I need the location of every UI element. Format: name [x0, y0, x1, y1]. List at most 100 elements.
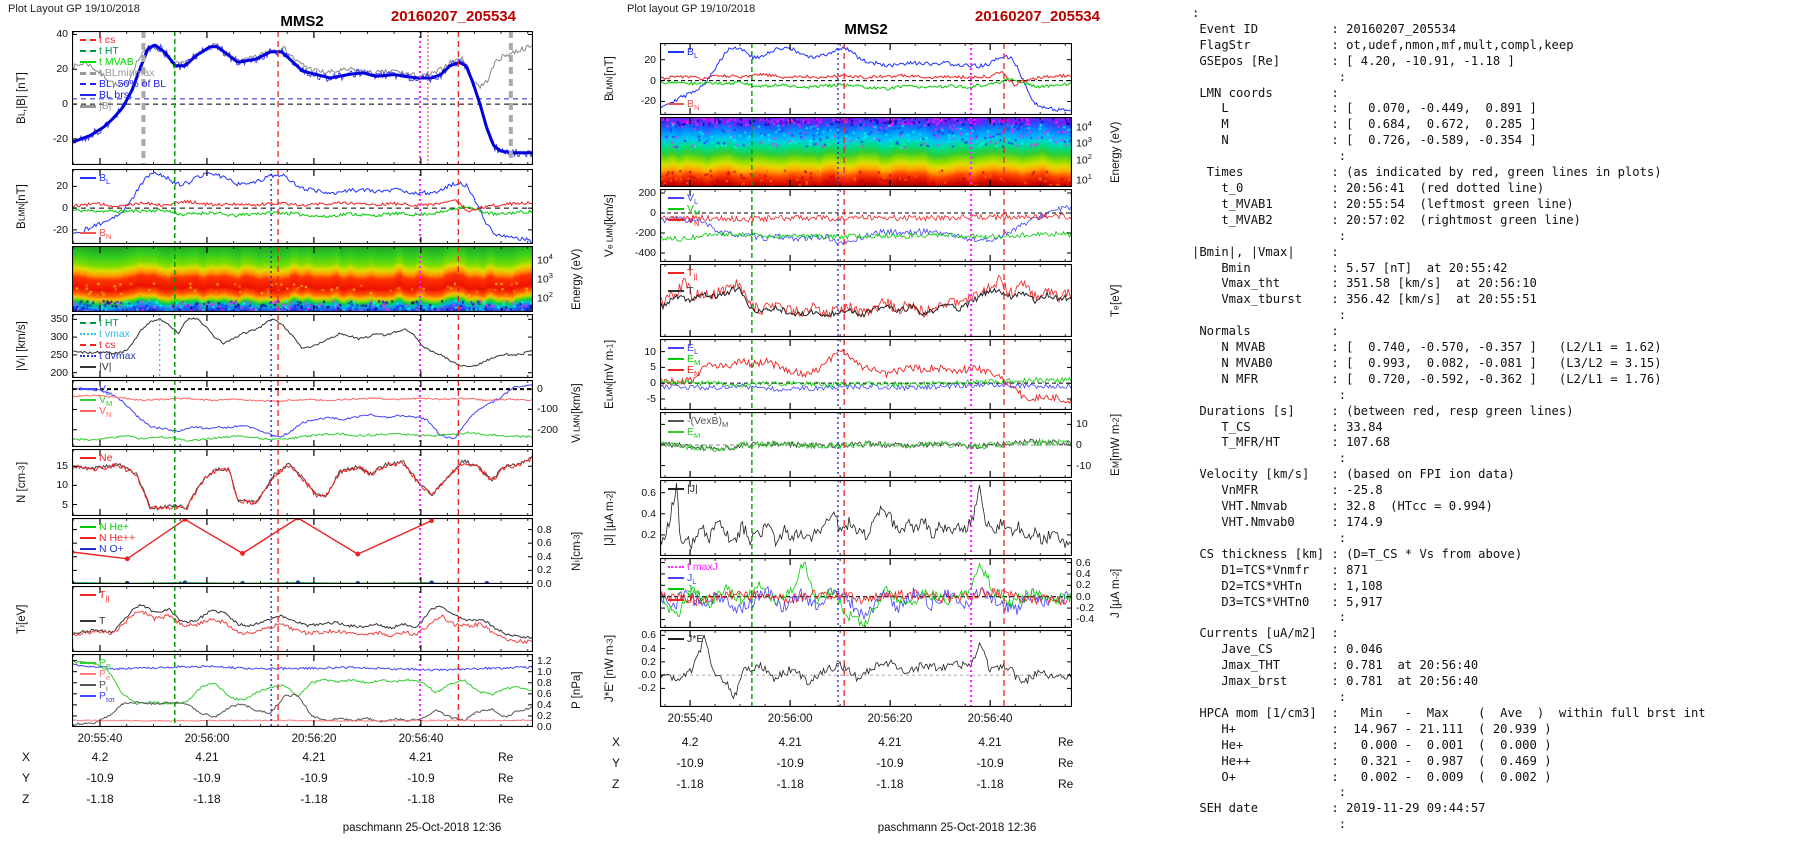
info-line: VHT.Nmvab0 : 174.9	[1192, 515, 1383, 529]
legend-swatch	[80, 684, 96, 687]
info-line: Vmax_tburst : 356.42 [km/s] at 20:55:51	[1192, 292, 1537, 307]
middle-footer-credit: paschmann 25-Oct-2018 12:36	[877, 822, 1037, 834]
legend-swatch	[80, 619, 96, 622]
info-line: T_MFR/HT : 107.68	[1192, 435, 1391, 450]
legend-item: |V|	[80, 362, 111, 373]
legend-swatch	[80, 83, 96, 86]
legend-item: T	[668, 285, 693, 297]
ytick-label: 102	[537, 289, 553, 305]
legend-swatch	[80, 231, 96, 234]
legend-swatch	[80, 673, 96, 676]
table-cell: 4.2	[681, 735, 699, 749]
ytick-label: 101	[1076, 172, 1092, 187]
ylabel-right-e-spectro: Energy (eV)	[1110, 121, 1122, 183]
panel-pressure: 0.0 0.2 0.4 0.6 0.8 1.0 1.2 P [nPa] PB Pe Pi Ptot	[72, 654, 583, 733]
blmn-plot	[72, 169, 533, 244]
table-cell: -10.9	[193, 771, 221, 785]
panel-ion-spectro: 104 103 102 Energy (eV)	[72, 246, 583, 312]
legend-item: T	[80, 615, 105, 627]
ytick-label: 0.4	[641, 642, 656, 655]
legend-label: VN	[99, 405, 112, 420]
table-unit: Re	[498, 792, 514, 806]
ylabel-bl-b: B L ,|B| [nT]	[16, 71, 28, 125]
table-row-label: X	[612, 735, 621, 749]
left-plot-title: MMS2	[280, 13, 324, 30]
ytick-label: 20	[56, 180, 68, 193]
legend-item: |B|	[80, 101, 111, 112]
legend-swatch	[80, 662, 96, 665]
legend-swatch	[668, 588, 684, 591]
ytick-label: -5	[646, 392, 656, 405]
middle-event-id: 20160207_205534	[974, 8, 1100, 25]
info-line: t_MVAB1 : 20:55:54 (leftmost green line)	[1192, 196, 1574, 211]
legend-item: VN	[80, 406, 111, 420]
table-cell: -1.18	[300, 792, 328, 806]
left-footer-credit: paschmann 25-Oct-2018 12:36	[342, 822, 502, 834]
info-line: SEH date : 2019-11-29 09:44:57	[1192, 801, 1486, 816]
legend-swatch	[668, 577, 684, 580]
info-line: :	[1192, 785, 1347, 800]
xtick-label: 20:56:40	[398, 733, 444, 745]
jlmn-plot	[660, 558, 1072, 628]
info-line: Event ID : 20160207_205534	[1192, 21, 1457, 36]
ylabel-elmn: E LMN [mV m -1]	[604, 340, 616, 409]
ylabel-right-vlmn: Vi LMN [km/s]	[571, 383, 583, 444]
ytick-label: 0.6	[1076, 556, 1091, 569]
ytick-label: 0.6	[641, 629, 656, 642]
table-cell: 4.21	[409, 750, 433, 764]
panel-jdote: -0.2 0.0 0.2 0.4 0.6 J*E' [nW m -3] J*E'	[604, 629, 1072, 707]
info-line: :	[1192, 308, 1347, 323]
legend-swatch	[80, 94, 96, 97]
legend-swatch	[668, 219, 684, 222]
ytick-label: -200	[537, 423, 559, 436]
info-line: :	[1192, 451, 1347, 466]
table-unit: Re	[1058, 777, 1074, 791]
vi-plot	[72, 314, 533, 378]
ytick-label: -0.2	[1076, 602, 1095, 615]
ytick-label: 250	[50, 348, 68, 361]
xtick-label: 20:55:40	[77, 733, 123, 745]
table-row-label: Y	[612, 756, 621, 770]
legend-label: |B|	[99, 100, 112, 112]
info-line: VHT.Nmvab : 32.8 (HTcc = 0.994)	[1192, 499, 1493, 514]
info-line: :	[1192, 610, 1347, 625]
legend-label: EM	[687, 426, 701, 441]
info-line: He++ : 0.321 - 0.987 ( 0.469 )	[1192, 753, 1552, 768]
info-line: Bmin : 5.57 [nT] at 20:55:42	[1192, 260, 1508, 275]
ytick-label: 0	[1076, 439, 1082, 451]
elmn-plot	[660, 339, 1072, 410]
legend-swatch	[80, 322, 96, 325]
ylabel-right-pressure: P [nPa]	[571, 671, 583, 710]
info-line: N : [ 0.726, -0.589, -0.354 ]	[1192, 133, 1537, 148]
ytick-label: 0.8	[537, 523, 552, 536]
legend-swatch	[80, 548, 96, 551]
ytick-label: 0.2	[641, 655, 656, 668]
info-line: :	[1192, 228, 1347, 243]
ylabel-density: N [cm -3]	[16, 462, 28, 503]
info-line: Jmax_THT : 0.781 at 20:56:40	[1192, 658, 1479, 673]
legend-item: Ne	[80, 453, 112, 464]
ytick-label: 0.4	[537, 698, 552, 711]
ytick-label: 200	[50, 366, 68, 379]
ytick-label: 104	[1076, 119, 1092, 134]
legend-swatch	[668, 431, 684, 434]
info-line: :	[1192, 530, 1347, 545]
panel-m-blmn: -20 0 20 B LMN [nT] BL BN	[604, 43, 1072, 115]
xtick-label: 20:56:40	[967, 713, 1013, 725]
ylabel-right-vexb: EM [mW m -2]	[1110, 414, 1122, 476]
table-cell: 4.21	[978, 735, 1002, 749]
info-line: M : [ 0.684, 0.672, 0.285 ]	[1192, 117, 1537, 132]
legend-swatch	[80, 366, 96, 369]
table-cell: -10.9	[876, 756, 904, 770]
page-root: Plot Layout GP 19/10/2018 MMS2 20160207_…	[0, 0, 1804, 841]
legend-swatch	[80, 537, 96, 540]
ylabel-right-ion-spectro: Energy (eV)	[571, 248, 583, 310]
ytick-label: -20	[640, 95, 656, 108]
table-cell: -1.18	[193, 792, 221, 806]
ytick-label: 20	[644, 53, 656, 66]
ylabel-blmn: B LMN [nT]	[16, 184, 28, 229]
ytick-label: 0.4	[641, 507, 656, 520]
ytick-label: -100	[537, 403, 559, 416]
ytick-label: 0	[62, 98, 68, 111]
ytick-label: 0.6	[537, 537, 552, 550]
